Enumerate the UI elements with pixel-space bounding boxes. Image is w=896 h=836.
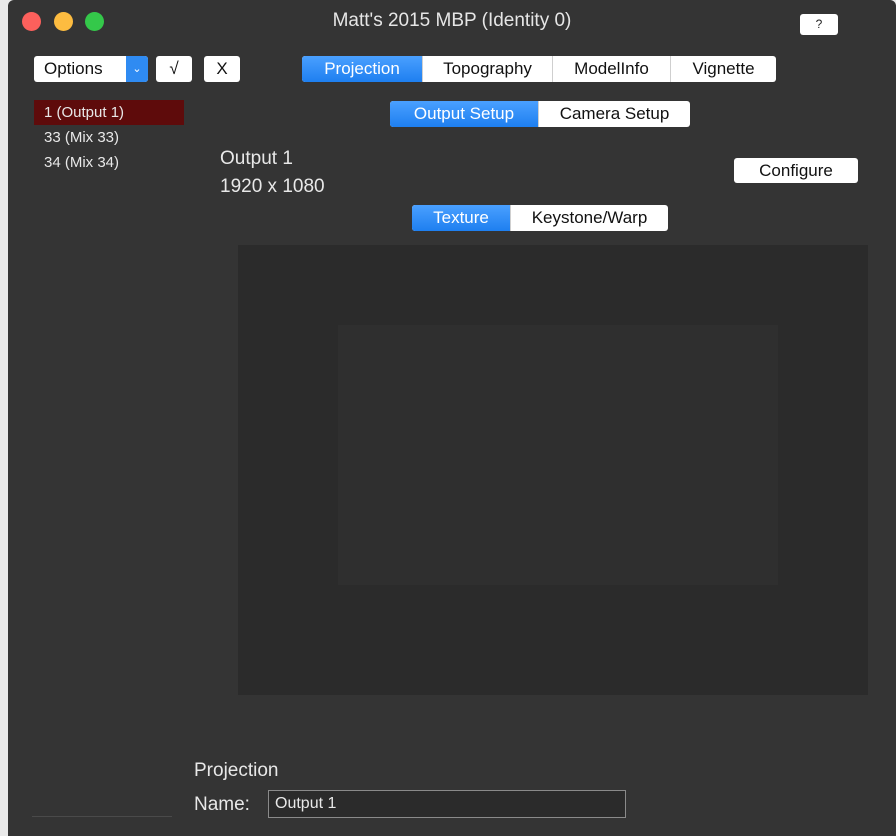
help-button[interactable]: ?: [800, 14, 838, 35]
setup-tab-bar: Output Setup Camera Setup: [390, 101, 690, 127]
output-list: 1 (Output 1) 33 (Mix 33) 34 (Mix 34): [34, 100, 184, 175]
preview-surface: [338, 325, 778, 585]
window-title: Matt's 2015 MBP (Identity 0): [332, 10, 572, 31]
chevron-down-icon[interactable]: ⌄: [126, 56, 148, 82]
sidebar-divider: [32, 816, 172, 817]
tab-topography[interactable]: Topography: [422, 56, 552, 82]
apply-button[interactable]: √: [156, 56, 192, 82]
app-window: Matt's 2015 MBP (Identity 0) ? Options ⌄…: [8, 0, 896, 836]
cancel-button[interactable]: X: [204, 56, 240, 82]
tab-modelinfo[interactable]: ModelInfo: [552, 56, 670, 82]
output-name: Output 1: [220, 148, 293, 169]
name-label: Name:: [194, 794, 250, 815]
output-resolution: 1920 x 1080: [220, 176, 325, 197]
list-item[interactable]: 33 (Mix 33): [34, 125, 184, 150]
tab-keystone-warp[interactable]: Keystone/Warp: [510, 205, 668, 231]
tab-vignette[interactable]: Vignette: [670, 56, 776, 82]
options-label: Options: [44, 59, 103, 78]
name-input[interactable]: [268, 790, 626, 818]
title-bar[interactable]: Matt's 2015 MBP (Identity 0) ?: [8, 0, 896, 42]
projection-preview[interactable]: [238, 245, 868, 695]
configure-button[interactable]: Configure: [734, 158, 858, 183]
projection-section-label: Projection: [194, 760, 279, 781]
list-item[interactable]: 34 (Mix 34): [34, 150, 184, 175]
main-tab-bar: Projection Topography ModelInfo Vignette: [302, 56, 776, 82]
list-item[interactable]: 1 (Output 1): [34, 100, 184, 125]
options-dropdown[interactable]: Options ⌄: [34, 56, 148, 82]
view-tab-bar: Texture Keystone/Warp: [412, 205, 668, 231]
tab-projection[interactable]: Projection: [302, 56, 422, 82]
tab-camera-setup[interactable]: Camera Setup: [538, 101, 690, 127]
tab-texture[interactable]: Texture: [412, 205, 510, 231]
tab-output-setup[interactable]: Output Setup: [390, 101, 538, 127]
